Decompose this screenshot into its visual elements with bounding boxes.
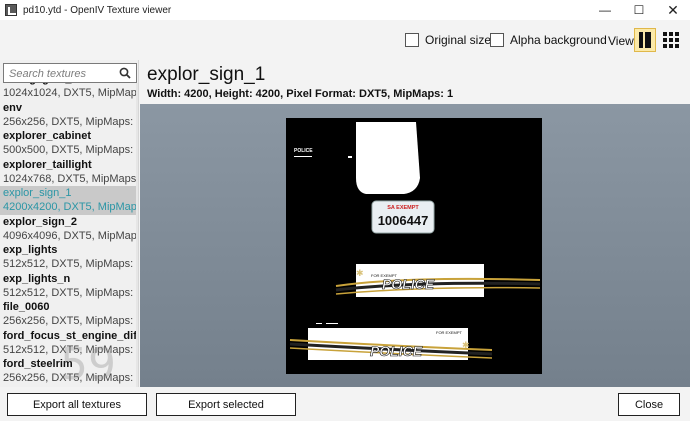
export-selected-button[interactable]: Export selected [156, 393, 296, 416]
texture-meta: 512x512, DXT5, MipMaps: 8 [3, 258, 139, 270]
texture-artwork: POLICE SA EXEMPT 1006447 FOR EXEMPT POLI… [289, 122, 541, 360]
texture-name: explorer_cabinet [3, 130, 92, 142]
texture-name: explor_sign_2 [3, 215, 77, 228]
list-view-icon [639, 32, 651, 48]
alpha-background-label: Alpha background [510, 33, 607, 47]
texture-meta: 1024x768, DXT5, MipMaps: 1 [3, 172, 139, 185]
texture-name: explorer_taillight [3, 158, 92, 171]
plate-number-text: 1006447 [378, 213, 429, 228]
texture-title: explor_sign_1 [147, 64, 266, 85]
texture-list-item[interactable]: exp_lights 512x512, DXT5, MipMaps: 8 [0, 243, 139, 272]
texture-meta: 512x512, DXT5, MipMaps: 8 [3, 343, 139, 356]
texture-meta: 512x512, DXT5, MipMaps: 8 [3, 286, 139, 299]
export-all-textures-button[interactable]: Export all textures [7, 393, 147, 416]
texture-meta: 256x256, DXT5, MipMaps: 7 [3, 115, 139, 128]
texture-list[interactable]: emerglights_n1024x1024, DXT5, MipMaps: 1… [0, 83, 139, 387]
star-badge-icon-upper: ✱ [356, 268, 364, 278]
texture-list-scrollbar[interactable] [136, 83, 138, 387]
texture-name: ford_steelrim [3, 358, 73, 370]
texture-list-item[interactable]: explor_sign_1 4200x4200, DXT5, MipMaps [0, 186, 139, 215]
grid-view-icon [663, 32, 679, 48]
toolbar: Original size Alpha background View: [0, 20, 690, 60]
texture-preview-area: POLICE SA EXEMPT 1006447 FOR EXEMPT POLI… [140, 104, 690, 387]
texture-meta: 1024x1024, DXT5, MipMaps: 1 [3, 87, 138, 99]
alpha-background-checkbox-box[interactable] [490, 33, 504, 47]
police-large-text-lower: POLICE [370, 343, 423, 359]
texture-list-item[interactable]: exp_lights_n 512x512, DXT5, MipMaps: 8 [0, 272, 139, 301]
texture-meta: 500x500, DXT5, MipMaps: 1 [3, 144, 139, 156]
minimize-button[interactable]: — [588, 0, 622, 20]
original-size-checkbox-box[interactable] [405, 33, 419, 47]
texture-list-item[interactable]: ford_focus_st_engine_diffuse512x512, DXT… [0, 329, 139, 358]
texture-name: explor_sign_1 [3, 187, 72, 199]
texture-list-pane: emerglights_n1024x1024, DXT5, MipMaps: 1… [0, 60, 139, 387]
original-size-checkbox[interactable]: Original size [405, 33, 491, 47]
texture-info: Width: 4200, Height: 4200, Pixel Format:… [147, 88, 454, 100]
police-stripe-upper: FOR EXEMPT POLICE ✱ [335, 264, 541, 297]
bottom-bar: Export all textures Export selected Clos… [0, 387, 690, 421]
close-window-button[interactable]: ✕ [656, 0, 690, 20]
view-label: View: [608, 34, 638, 48]
texture-list-item[interactable]: file_0060 256x256, DXT5, MipMaps: 7 [0, 300, 139, 329]
list-view-button[interactable] [634, 28, 656, 52]
search-input[interactable] [4, 65, 114, 83]
search-icon[interactable] [119, 67, 131, 79]
texture-name: ford_focus_st_engine_diffuse [3, 329, 138, 342]
title-bar: pd10.ytd - OpenIV Texture viewer — ☐ ✕ [0, 0, 690, 20]
texture-list-item[interactable]: ford_steelrim 256x256, DXT5, MipMaps: 7 [0, 357, 139, 386]
texture-meta: 4096x4096, DXT5, MipMaps: [3, 229, 139, 242]
maximize-button[interactable]: ☐ [622, 0, 656, 20]
texture-list-item[interactable]: env 256x256, DXT5, MipMaps: 7 [0, 101, 139, 130]
texture-list-item[interactable]: explor_sign_2 4096x4096, DXT5, MipMaps: [0, 215, 139, 244]
white-panel-shape [356, 122, 420, 194]
license-plate: SA EXEMPT 1006447 [371, 200, 435, 234]
alpha-background-checkbox[interactable]: Alpha background [490, 33, 607, 47]
texture-list-item[interactable]: emerglights_n1024x1024, DXT5, MipMaps: 1 [0, 83, 138, 101]
texture-meta: 256x256, DXT5, MipMaps: 7 [3, 372, 139, 384]
openiv-app-icon [5, 4, 17, 16]
grid-view-button[interactable] [660, 28, 682, 52]
close-button[interactable]: Close [618, 393, 680, 416]
star-badge-icon-lower: ✱ [462, 340, 470, 350]
texture-detail-header: explor_sign_1 Width: 4200, Height: 4200,… [140, 60, 690, 104]
plate-top-text: SA EXEMPT [387, 205, 419, 211]
police-large-text-upper: POLICE [382, 276, 435, 292]
texture-meta: 256x256, DXT5, MipMaps: 7 [3, 315, 139, 327]
texture-name: exp_lights_n [3, 272, 71, 285]
texture-name: env [3, 101, 22, 114]
police-small-text: POLICE [294, 148, 313, 154]
texture-meta: 4200x4200, DXT5, MipMaps [3, 201, 139, 213]
texture-list-item[interactable]: explorer_cabinet 500x500, DXT5, MipMaps: … [0, 129, 139, 158]
police-stripe-lower: FOR EXEMPT POLICE ✱ [289, 328, 493, 360]
texture-list-item[interactable]: explorer_taillight 1024x768, DXT5, MipMap… [0, 158, 139, 187]
stripe-caption-lower: FOR EXEMPT [436, 330, 463, 335]
texture-preview-image: POLICE SA EXEMPT 1006447 FOR EXEMPT POLI… [286, 118, 542, 374]
original-size-label: Original size [425, 33, 492, 47]
search-box[interactable] [3, 63, 137, 83]
window-controls: — ☐ ✕ [588, 0, 690, 20]
window-title: pd10.ytd - OpenIV Texture viewer [23, 4, 172, 16]
texture-name: file_0060 [3, 301, 50, 313]
texture-name: exp_lights [3, 244, 58, 256]
